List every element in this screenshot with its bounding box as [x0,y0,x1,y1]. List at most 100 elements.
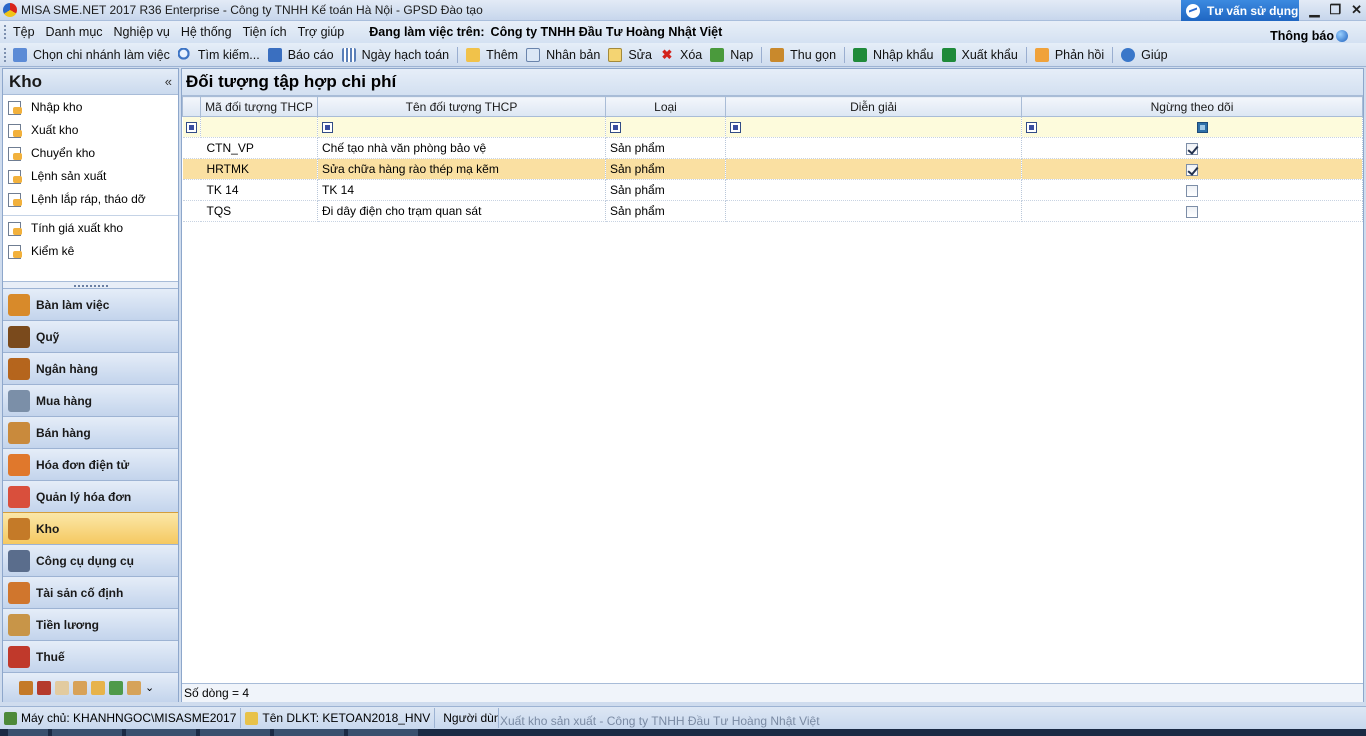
branch-button[interactable]: Chọn chi nhánh làm việc [13,47,170,62]
nav-kho[interactable]: Kho [3,512,178,544]
delete-button[interactable]: ✖ Xóa [660,46,703,62]
nav-thue[interactable]: Thuế [3,640,178,672]
cell-code: HRTMK [200,158,318,180]
stopped-checkbox[interactable] [1186,163,1198,176]
nav-tai-san-co-dinh[interactable]: Tài sản cố định [3,576,178,608]
stopped-checkbox[interactable] [1186,205,1198,218]
table-row-selected[interactable]: HRTMK Sửa chữa hàng rào thép mạ kẽm Sản … [182,158,1363,180]
menu-tien-ich[interactable]: Tiện ích [243,25,287,39]
filter-cell[interactable] [200,116,318,138]
header-indicator [182,96,201,117]
cell-stopped[interactable] [1021,158,1363,180]
nav-quan-ly-hoa-don[interactable]: Quản lý hóa đơn [3,480,178,512]
filter-cell[interactable] [182,116,201,138]
menu-he-thong[interactable]: Hệ thống [181,25,232,39]
table-row[interactable]: TQS Đi dây điện cho trạm quan sát Sản ph… [182,200,1363,222]
bank-small-icon[interactable] [91,680,105,695]
nav-hoa-don-dien-tu[interactable]: Hóa đơn điện tử [3,448,178,480]
kho-item-kiem-ke[interactable]: Kiểm kê [3,239,178,262]
col-header-stopped[interactable]: Ngừng theo dõi [1021,96,1363,117]
window-controls: ▁ ❐ ✕ [1309,2,1362,18]
cell-stopped[interactable] [1021,137,1363,159]
menu-danh-muc[interactable]: Danh mục [46,25,103,39]
nav-ban-hang[interactable]: Bán hàng [3,416,178,448]
col-header-type[interactable]: Loại [605,96,726,117]
notifications-button[interactable]: Thông báo [1270,29,1348,43]
invoice-small-icon[interactable] [37,680,51,695]
nav-cong-cu-dung-cu[interactable]: Công cụ dụng cụ [3,544,178,576]
compact-button[interactable]: Thu gọn [770,47,836,62]
taskbar-app-icon[interactable] [200,729,270,736]
export-button[interactable]: Xuất khẩu [941,47,1018,62]
nav-ban-lam-viec[interactable]: Bàn làm việc [3,288,178,320]
col-header-name[interactable]: Tên đối tượng THCP [317,96,606,117]
collapse-button[interactable]: « [165,74,172,89]
delete-label: Xóa [679,47,703,62]
help-button[interactable]: Giúp [1121,47,1168,62]
filter-cell[interactable] [317,116,606,138]
salary-small-icon[interactable] [127,680,141,695]
filter-checkbox-icon[interactable] [1197,122,1208,134]
taskbar-app-icon[interactable] [348,729,418,736]
feedback-button[interactable]: Phản hồi [1034,47,1104,62]
kho-item-chuyen-kho[interactable]: Chuyển kho [3,141,178,164]
menu-tro-giup[interactable]: Trợ giúp [298,25,345,39]
chevron-down-icon[interactable]: ⌄ [145,681,159,695]
col-header-desc[interactable]: Diễn giải [725,96,1022,117]
nav-label: Công cụ dụng cụ [36,553,134,568]
asset-icon [8,581,30,604]
report-button[interactable]: Báo cáo [267,47,334,62]
stopped-checkbox[interactable] [1186,184,1198,197]
nav-label: Mua hàng [36,393,92,408]
stopped-checkbox[interactable] [1186,142,1198,155]
toolbar: Chọn chi nhánh làm việc Tìm kiếm... Báo … [0,43,1366,67]
desk-small-icon[interactable] [19,680,33,695]
add-button[interactable]: Thêm [466,47,518,62]
edit-button[interactable]: Sửa [608,47,652,62]
menu-nghiep-vu[interactable]: Nghiệp vụ [114,25,170,39]
nav-ngan-hang[interactable]: Ngân hàng [3,352,178,384]
kho-item-tinh-gia[interactable]: Tính giá xuất kho [3,216,178,239]
kho-item-nhap-kho[interactable]: Nhập kho [3,95,178,118]
minimized-window[interactable]: Xuất kho sản xuất - Công ty TNHH Đầu Tư … [478,713,1366,729]
filter-cell[interactable] [725,116,1022,138]
kho-item-lenh-san-xuat[interactable]: Lệnh sản xuất [3,164,178,187]
menu-tep[interactable]: Tệp [13,25,35,39]
e-invoice-small-icon[interactable] [55,680,69,695]
maximize-button[interactable]: ❐ [1329,2,1341,18]
row-count-status: Số dòng = 4 [182,683,1363,702]
left-panel: Kho « Nhập kho Xuất kho Chuyển kho Lệnh … [2,68,179,702]
nav-quy[interactable]: Quỹ [3,320,178,352]
nav-tien-luong[interactable]: Tiền lương [3,608,178,640]
taskbar-app-icon[interactable] [52,729,122,736]
kho-item-lenh-lap-rap[interactable]: Lệnh lắp ráp, tháo dỡ [3,187,178,210]
nav-mua-hang[interactable]: Mua hàng [3,384,178,416]
duplicate-button[interactable]: Nhân bản [526,47,600,62]
minimize-button[interactable]: ▁ [1309,2,1319,18]
kho-item-xuat-kho[interactable]: Xuất kho [3,118,178,141]
asset-small-icon[interactable] [109,680,123,695]
mail-icon [1034,47,1049,62]
table-row[interactable]: TK 14 TK 14 Sản phẩm [182,179,1363,201]
safe-small-icon[interactable] [73,680,87,695]
tuvan-button[interactable]: Tư vấn sử dụng [1181,0,1299,21]
kho-title: Kho [9,71,43,91]
row-indicator [182,158,201,180]
col-header-code[interactable]: Mã đối tượng THCP [200,96,318,117]
delete-icon: ✖ [661,46,673,62]
filter-cell[interactable] [1021,116,1363,138]
taskbar-app-icon[interactable] [274,729,344,736]
export-label: Xuất khẩu [961,47,1018,62]
start-icon[interactable] [8,729,48,736]
filter-cell[interactable] [605,116,726,138]
cell-stopped[interactable] [1021,179,1363,201]
taskbar-app-icon[interactable] [126,729,196,736]
search-button[interactable]: Tìm kiếm... [177,47,260,62]
import-button[interactable]: Nhập khẩu [853,47,934,62]
branch-label: Chọn chi nhánh làm việc [33,47,170,62]
reload-button[interactable]: Nạp [710,47,753,62]
close-button[interactable]: ✕ [1351,2,1362,18]
cell-stopped[interactable] [1021,200,1363,222]
date-button[interactable]: Ngày hạch toán [341,47,449,62]
table-row[interactable]: CTN_VP Chế tạo nhà văn phòng bảo vệ Sản … [182,137,1363,159]
